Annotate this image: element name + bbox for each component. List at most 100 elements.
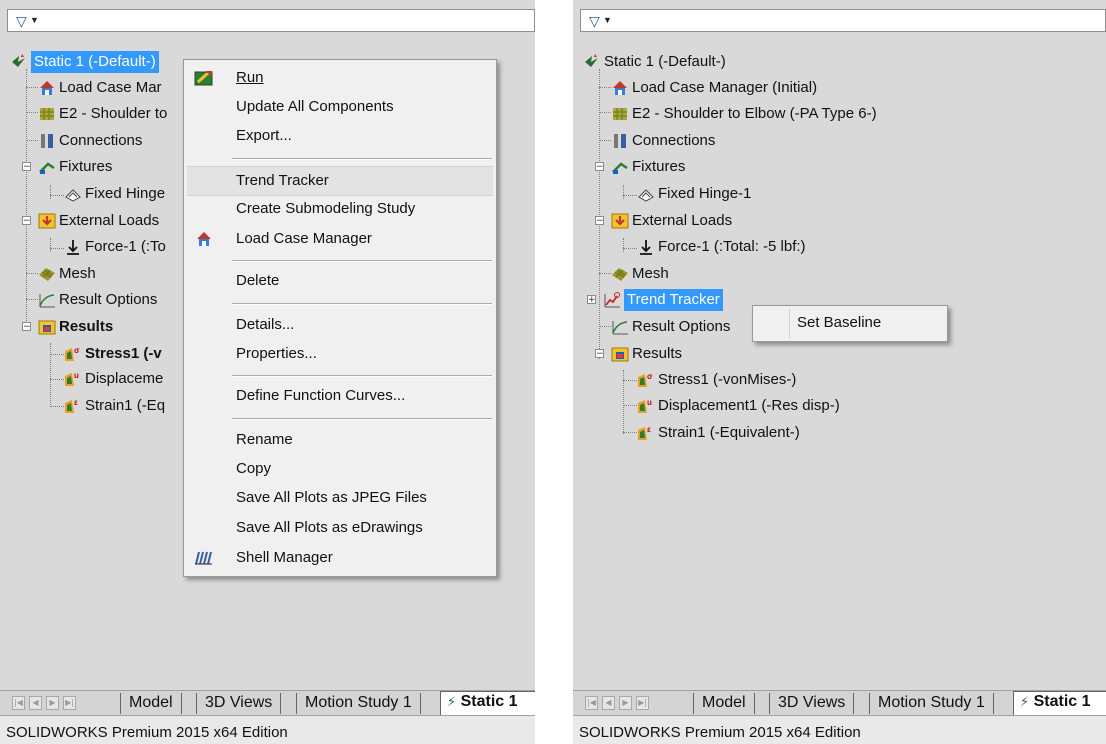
menu-item-delete[interactable]: Delete: [184, 267, 496, 295]
menu-item-rename[interactable]: Rename: [184, 426, 496, 454]
menu-item-load-case-manager[interactable]: Load Case Manager: [184, 225, 496, 253]
tree-item-part[interactable]: E2 - Shoulder to: [38, 103, 167, 125]
tree-item-fixtures[interactable]: Fixtures: [611, 156, 685, 178]
menu-item-label: Properties...: [236, 345, 317, 362]
tree-item-results[interactable]: Results: [611, 343, 682, 365]
static-study-icon: ⚡︎: [447, 694, 457, 709]
collapse-icon[interactable]: −: [22, 162, 31, 172]
tree-item-external-loads[interactable]: External Loads: [38, 210, 159, 232]
tree-item-strain-plot[interactable]: ε Strain1 (-Equivalent-): [637, 422, 800, 444]
menu-item-run[interactable]: Run: [184, 64, 496, 92]
tree-item-label: Force-1 (:Total: -5 lbf:): [658, 238, 806, 255]
tab-label: Model: [702, 694, 746, 711]
tree-item-mesh[interactable]: Mesh: [38, 263, 96, 285]
tab-model[interactable]: Model: [693, 693, 755, 714]
tab-motion-study[interactable]: Motion Study 1: [296, 693, 421, 714]
tree-item-static-study[interactable]: Static 1 (-Default-): [10, 51, 159, 73]
menu-item-copy[interactable]: Copy: [184, 455, 496, 483]
tree-item-stress-plot[interactable]: σ Stress1 (-v: [64, 343, 162, 365]
tree-item-connections[interactable]: Connections: [611, 130, 715, 152]
menu-item-properties[interactable]: Properties...: [184, 340, 496, 368]
menu-item-update-all[interactable]: Update All Components: [184, 93, 496, 121]
tree-item-fixtures[interactable]: Fixtures: [38, 156, 112, 178]
tree-item-label: Fixed Hinge: [85, 185, 166, 202]
tree-item-label: Mesh: [59, 265, 96, 282]
result-options-icon: [39, 294, 55, 308]
tab-model[interactable]: Model: [120, 693, 182, 714]
menu-separator: [232, 260, 492, 262]
tab-3d-views[interactable]: 3D Views: [196, 693, 282, 714]
tab-label: 3D Views: [778, 694, 846, 711]
displacement-plot-icon: u: [65, 371, 79, 386]
tree-item-strain-plot[interactable]: ε Strain1 (-Eq: [64, 395, 165, 417]
tree-item-fixed-hinge[interactable]: Fixed Hinge-1: [637, 183, 751, 205]
menu-item-details[interactable]: Details...: [184, 311, 496, 339]
expand-icon[interactable]: +: [587, 295, 596, 305]
fixtures-icon: [612, 162, 628, 174]
tree-item-force[interactable]: Force-1 (:Total: -5 lbf:): [637, 236, 806, 258]
next-tab-icon[interactable]: ▶: [46, 696, 59, 710]
prev-tab-icon[interactable]: ◀: [602, 696, 615, 710]
tree-item-label: Force-1 (:To: [85, 238, 166, 255]
filter-funnel-icon[interactable]: ▽: [16, 13, 27, 30]
tab-static-study[interactable]: ⚡︎ Static 1: [440, 691, 535, 715]
tree-item-static-study[interactable]: Static 1 (-Default-): [583, 51, 726, 73]
tab-label: Static 1: [460, 693, 518, 710]
tree-item-results[interactable]: Results: [38, 316, 113, 338]
prev-tab-icon[interactable]: ◀: [29, 696, 42, 710]
mesh-icon: [612, 268, 628, 281]
collapse-icon[interactable]: −: [22, 322, 31, 332]
status-bar: SOLIDWORKS Premium 2015 x64 Edition: [573, 716, 1106, 744]
tab-static-study[interactable]: ⚡︎ Static 1: [1013, 691, 1106, 715]
chevron-down-icon[interactable]: ▼: [30, 15, 39, 25]
tree-item-mesh[interactable]: Mesh: [611, 263, 669, 285]
first-tab-icon[interactable]: |◀: [12, 696, 25, 710]
collapse-icon[interactable]: −: [595, 349, 604, 359]
force-arrow-icon: [640, 240, 652, 255]
chevron-down-icon[interactable]: ▼: [603, 15, 612, 25]
collapse-icon[interactable]: −: [595, 216, 604, 226]
menu-item-create-submodeling[interactable]: Create Submodeling Study: [184, 195, 496, 223]
tree-item-external-loads[interactable]: External Loads: [611, 210, 732, 232]
svg-text:u: u: [647, 398, 652, 407]
tree-item-label: E2 - Shoulder to Elbow (-PA Type 6-): [632, 105, 877, 122]
last-tab-icon[interactable]: ▶|: [63, 696, 76, 710]
collapse-icon[interactable]: −: [22, 216, 31, 226]
menu-item-trend-tracker[interactable]: Trend Tracker: [187, 166, 493, 196]
tree-item-label: External Loads: [59, 212, 160, 229]
tree-item-load-case-manager[interactable]: Load Case Mar: [38, 77, 162, 99]
collapse-icon[interactable]: −: [595, 162, 604, 172]
menu-item-save-jpeg[interactable]: Save All Plots as JPEG Files: [184, 484, 496, 512]
tree-item-trend-tracker[interactable]: Trend Tracker: [603, 289, 723, 311]
first-tab-icon[interactable]: |◀: [585, 696, 598, 710]
menu-item-shell-manager[interactable]: Shell Manager: [184, 544, 496, 572]
tree-filter-bar[interactable]: ▽ ▼: [580, 9, 1106, 32]
tree-item-part[interactable]: E2 - Shoulder to Elbow (-PA Type 6-): [611, 103, 877, 125]
tree-item-connections[interactable]: Connections: [38, 130, 142, 152]
menu-item-define-function-curves[interactable]: Define Function Curves...: [184, 382, 496, 410]
menu-item-set-baseline[interactable]: Set Baseline: [753, 309, 947, 337]
load-case-manager-icon: [40, 81, 54, 95]
menu-item-export[interactable]: Export...: [184, 122, 496, 150]
last-tab-icon[interactable]: ▶|: [636, 696, 649, 710]
filter-funnel-icon[interactable]: ▽: [589, 13, 600, 30]
strain-plot-icon: ε: [638, 425, 651, 440]
menu-item-label: Shell Manager: [236, 549, 333, 566]
next-tab-icon[interactable]: ▶: [619, 696, 632, 710]
tree-item-load-case-manager[interactable]: Load Case Manager (Initial): [611, 77, 817, 99]
tree-item-label: Stress1 (-v: [85, 345, 162, 362]
tab-3d-views[interactable]: 3D Views: [769, 693, 855, 714]
tree-item-label: Mesh: [632, 265, 669, 282]
tab-motion-study[interactable]: Motion Study 1: [869, 693, 994, 714]
tree-item-stress-plot[interactable]: σ Stress1 (-vonMises-): [637, 369, 796, 391]
tree-item-result-options[interactable]: Result Options: [38, 289, 157, 311]
tree-item-result-options[interactable]: Result Options: [611, 316, 730, 338]
tree-item-force[interactable]: Force-1 (:To: [64, 236, 166, 258]
mesh-icon: [39, 268, 55, 281]
tree-item-label: Connections: [59, 132, 143, 149]
tree-item-displacement-plot[interactable]: u Displaceme: [64, 368, 163, 390]
tree-filter-bar[interactable]: ▽ ▼: [7, 9, 535, 32]
tree-item-displacement-plot[interactable]: u Displacement1 (-Res disp-): [637, 395, 840, 417]
tree-item-fixed-hinge[interactable]: Fixed Hinge: [64, 183, 165, 205]
menu-item-save-edrawings[interactable]: Save All Plots as eDrawings: [184, 514, 496, 542]
